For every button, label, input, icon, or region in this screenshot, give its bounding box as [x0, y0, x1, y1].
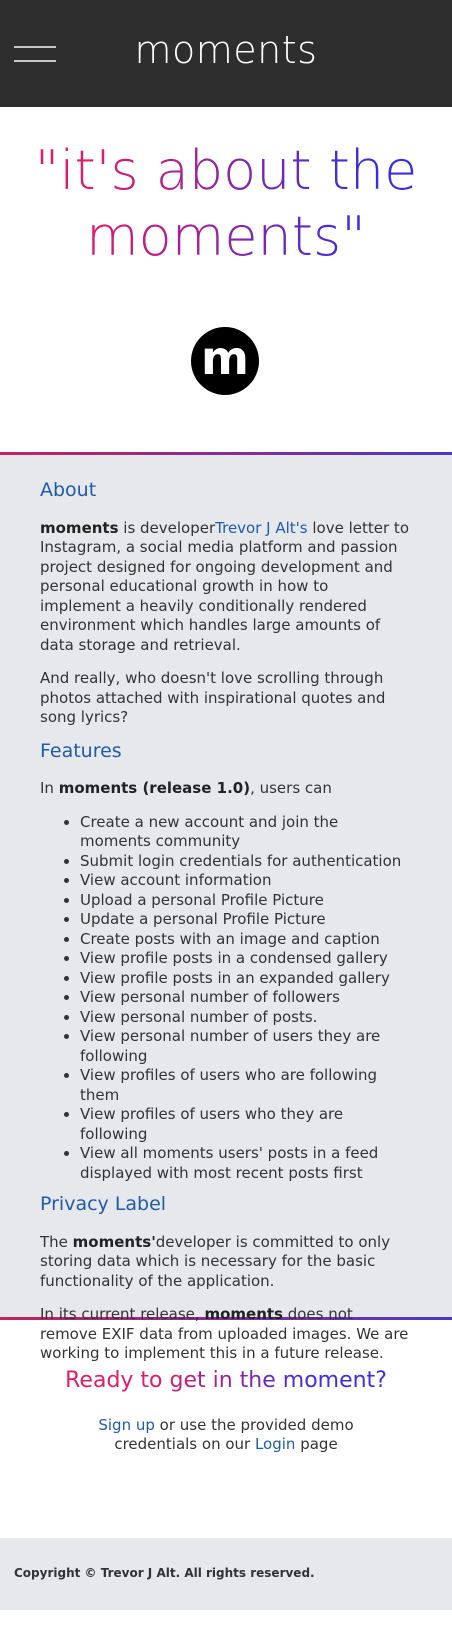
info-section: About moments is developerTrevor J Alt's…: [0, 455, 452, 1362]
feature-item: Create posts with an image and caption: [80, 930, 412, 950]
developer-link[interactable]: Trevor J Alt's: [215, 519, 307, 537]
cta-title: Ready to get in the moment?: [0, 1368, 452, 1393]
feature-item: View all moments users' posts in a feed …: [80, 1144, 412, 1183]
hero-tagline: "it's about the moments": [0, 138, 452, 270]
about-paragraph-2: And really, who doesn't love scrolling t…: [40, 669, 386, 726]
about-p1-pre: is developer: [118, 518, 216, 537]
features-intro-post: , users can: [250, 779, 332, 797]
feature-item: View profiles of users who they are foll…: [80, 1105, 412, 1144]
cta-text: Sign up or use the provided demo credent…: [90, 1416, 362, 1454]
privacy-p1-pre: The: [40, 1232, 73, 1251]
brand-title[interactable]: moments: [0, 28, 452, 72]
privacy-paragraph-1: The moments'developer is committed to on…: [40, 1233, 412, 1292]
moments-logo: m: [191, 327, 259, 395]
about-heading: About: [40, 479, 97, 501]
features-heading: Features: [40, 739, 122, 762]
feature-item: Update a personal Profile Picture: [80, 910, 412, 930]
copyright-text: Copyright © Trevor J Alt. All rights res…: [14, 1566, 315, 1580]
footer: Copyright © Trevor J Alt. All rights res…: [0, 1538, 452, 1610]
about-brand-bold: moments: [40, 518, 119, 537]
feature-item: Submit login credentials for authenticat…: [80, 852, 412, 872]
features-intro: In moments (release 1.0), users can: [40, 779, 412, 799]
cta-end-text: page: [295, 1435, 338, 1453]
about-p1-post: love letter to Instagram, a social media…: [40, 518, 409, 654]
feature-item: View personal number of followers: [80, 988, 412, 1008]
signup-link[interactable]: Sign up: [98, 1416, 155, 1434]
features-intro-pre: In: [40, 779, 59, 797]
feature-item: View profile posts in a condensed galler…: [80, 949, 412, 969]
call-to-action-section: Ready to get in the moment? Sign up or u…: [0, 1320, 452, 1538]
privacy-heading: Privacy Label: [40, 1193, 167, 1215]
top-nav-bar: moments: [0, 0, 452, 107]
feature-item: Upload a personal Profile Picture: [80, 891, 412, 911]
login-link[interactable]: Login: [255, 1435, 295, 1453]
features-list: Create a new account and join the moment…: [40, 813, 412, 1184]
privacy-brand-bold: moments': [72, 1232, 156, 1251]
feature-item: View profile posts in an expanded galler…: [80, 969, 412, 989]
hero-section: "it's about the moments" m: [0, 107, 452, 452]
feature-item: View profiles of users who are following…: [80, 1066, 412, 1105]
features-release-bold: moments (release 1.0): [58, 779, 251, 797]
about-paragraph-1: moments is developerTrevor J Alt's love …: [40, 519, 412, 656]
feature-item: Create a new account and join the moment…: [80, 813, 412, 852]
feature-item: View personal number of posts.: [80, 1008, 412, 1028]
feature-item: View personal number of users they are f…: [80, 1027, 412, 1066]
feature-item: View account information: [80, 871, 412, 891]
